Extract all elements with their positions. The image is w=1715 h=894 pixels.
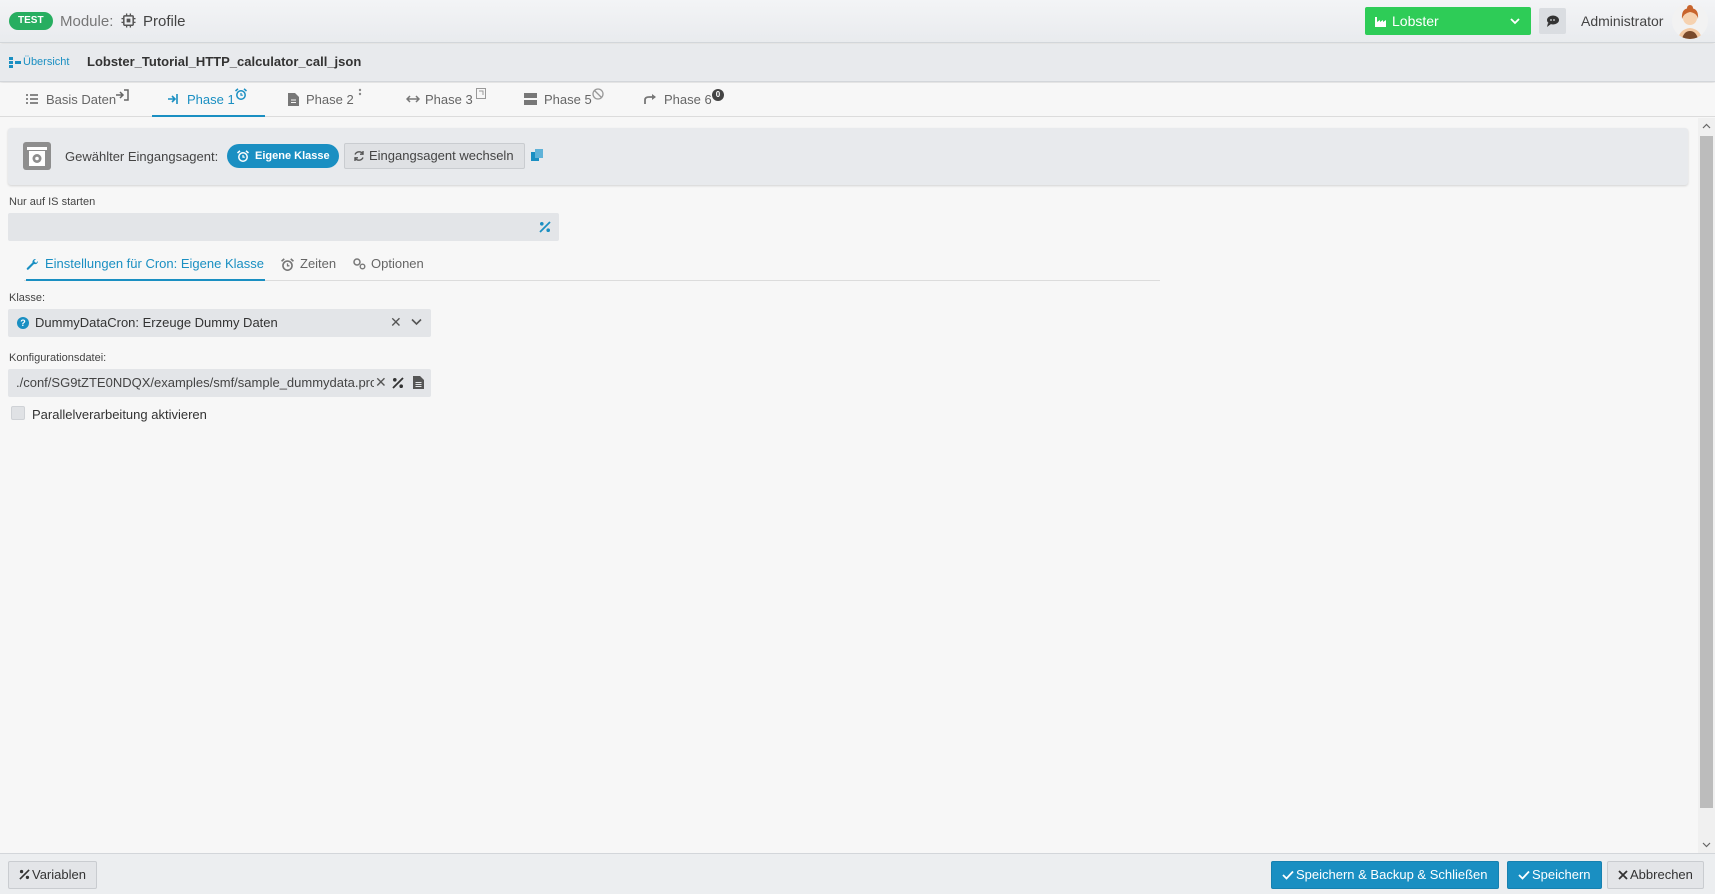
alarm-clock-icon (235, 88, 247, 100)
tab-cron-settings[interactable]: Einstellungen für Cron: Eigene Klasse (26, 250, 265, 281)
file-icon (288, 93, 299, 106)
sign-in-icon (168, 94, 178, 104)
module-label: Module: (60, 13, 114, 30)
variables-label: Variablen (32, 867, 86, 882)
avatar[interactable] (1672, 3, 1708, 39)
environment-badge: TEST (9, 12, 53, 30)
avatar-image (1678, 5, 1702, 39)
chevron-down-icon[interactable] (411, 318, 422, 326)
module-name: Profile (143, 13, 186, 30)
parallel-processing-checkbox[interactable] (11, 406, 25, 420)
switch-agent-label: Eingangsagent wechseln (369, 148, 514, 163)
cancel-label: Abbrechen (1630, 867, 1693, 882)
check-icon (1282, 870, 1294, 880)
factory-icon (1375, 17, 1386, 27)
refresh-icon (354, 151, 364, 161)
page-title: Lobster_Tutorial_HTTP_calculator_call_js… (87, 54, 362, 69)
file-text-icon[interactable] (413, 376, 424, 389)
variable-percent-icon[interactable] (539, 221, 551, 233)
breadcrumb-overview-link[interactable]: Übersicht (23, 56, 69, 68)
tab-phase-5[interactable]: Phase 5 (524, 83, 614, 117)
save-button[interactable]: Speichern (1507, 861, 1602, 889)
close-icon (1618, 870, 1628, 880)
server-icon (524, 93, 537, 105)
breadcrumb: Übersicht Lobster_Tutorial_HTTP_calculat… (0, 44, 1715, 82)
config-file-value: ./conf/SG9tZTE0NDQX/examples/smf/sample_… (16, 375, 374, 390)
input-agent-panel: Gewählter Eingangsagent: Eigene Klasse E… (8, 128, 1688, 185)
ban-icon (592, 88, 604, 100)
gears-icon (353, 258, 366, 270)
scrollbar-thumb[interactable] (1700, 136, 1713, 808)
company-select[interactable]: Lobster (1365, 7, 1531, 35)
user-name[interactable]: Administrator (1581, 13, 1663, 29)
agent-selected-badge[interactable]: Eigene Klasse (227, 144, 339, 168)
sign-in-icon (116, 89, 129, 101)
tab-phase-3[interactable]: Phase 3 (406, 83, 496, 117)
agent-settings-icon (23, 142, 51, 170)
variables-button[interactable]: Variablen (8, 861, 97, 889)
tab-times[interactable]: Zeiten (281, 250, 341, 281)
share-icon (644, 94, 656, 104)
agent-label: Gewählter Eingangsagent: (65, 149, 219, 164)
agent-selected-label: Eigene Klasse (255, 150, 330, 162)
clear-config-icon[interactable]: ✕ (375, 374, 387, 391)
tab-cron-settings-label: Einstellungen für Cron: Eigene Klasse (45, 256, 264, 271)
class-value: DummyDataCron: Erzeuge Dummy Daten (35, 315, 278, 330)
alarm-clock-icon (237, 150, 249, 162)
chevron-down-icon (1510, 18, 1520, 25)
alarm-clock-icon (281, 258, 294, 271)
list-icon (26, 94, 38, 104)
tab-phase-5-label: Phase 5 (544, 92, 592, 107)
switch-agent-button[interactable]: Eingangsagent wechseln (344, 143, 525, 169)
tab-basis-daten-label: Basis Daten (46, 92, 117, 107)
tab-phase-1[interactable]: Phase 1 (152, 83, 265, 117)
tab-phase-1-label: Phase 1 (187, 92, 235, 107)
vertical-scrollbar[interactable] (1698, 118, 1715, 853)
tab-times-label: Zeiten (300, 256, 337, 271)
wrench-icon (26, 258, 39, 270)
dots-vertical-icon (358, 88, 362, 96)
copy-icon[interactable] (531, 149, 544, 162)
tab-phase-3-label: Phase 3 (425, 92, 473, 107)
settings-subtabs: Einstellungen für Cron: Eigene Klasse Ze… (24, 250, 1160, 281)
footer-bar: Variablen Speichern & Backup & Schließen… (0, 853, 1715, 894)
config-file-label: Konfigurationsdatei: (9, 352, 107, 364)
is-start-label: Nur auf IS starten (9, 196, 96, 208)
check-icon (1518, 870, 1530, 880)
class-select[interactable]: ? DummyDataCron: Erzeuge Dummy Daten ✕ (8, 309, 431, 337)
top-bar: TEST Module: Profile Lobster Administrat… (0, 0, 1715, 43)
tab-phase-2-label: Phase 2 (306, 92, 354, 107)
save-label: Speichern (1532, 867, 1591, 882)
cancel-button[interactable]: Abbrechen (1607, 861, 1704, 889)
variable-percent-icon[interactable] (392, 377, 404, 389)
parallel-processing-label[interactable]: Parallelverarbeitung aktivieren (32, 407, 207, 422)
tab-options[interactable]: Optionen (353, 250, 433, 281)
class-label: Klasse: (9, 292, 46, 304)
save-backup-close-label: Speichern & Backup & Schließen (1296, 867, 1488, 882)
tab-phase-2[interactable]: Phase 2 (288, 83, 368, 117)
chat-button[interactable] (1539, 8, 1566, 34)
tab-phase-6-label: Phase 6 (664, 92, 712, 107)
clear-class-icon[interactable]: ✕ (390, 314, 402, 331)
phase-6-count-badge: 0 (712, 89, 724, 101)
chat-icon (1547, 15, 1559, 27)
page-icon (476, 88, 486, 99)
config-file-input[interactable]: ./conf/SG9tZTE0NDQX/examples/smf/sample_… (8, 369, 431, 397)
chip-icon (121, 13, 136, 28)
scroll-down-icon[interactable] (1702, 840, 1711, 849)
phase-tabs: Basis Daten Phase 1 Phase 2 Phase 3 Phas… (0, 83, 1715, 117)
save-backup-close-button[interactable]: Speichern & Backup & Schließen (1271, 861, 1499, 889)
tab-options-label: Optionen (371, 256, 424, 271)
is-start-input[interactable] (8, 213, 559, 241)
sitemap-icon (9, 57, 21, 68)
tab-phase-6[interactable]: Phase 6 0 (644, 83, 734, 117)
arrows-horizontal-icon (406, 95, 420, 103)
tab-basis-daten[interactable]: Basis Daten (26, 83, 136, 117)
scroll-up-icon[interactable] (1702, 122, 1711, 131)
help-icon[interactable]: ? (17, 317, 29, 329)
variable-percent-icon (19, 869, 30, 880)
company-name: Lobster (1392, 13, 1439, 29)
